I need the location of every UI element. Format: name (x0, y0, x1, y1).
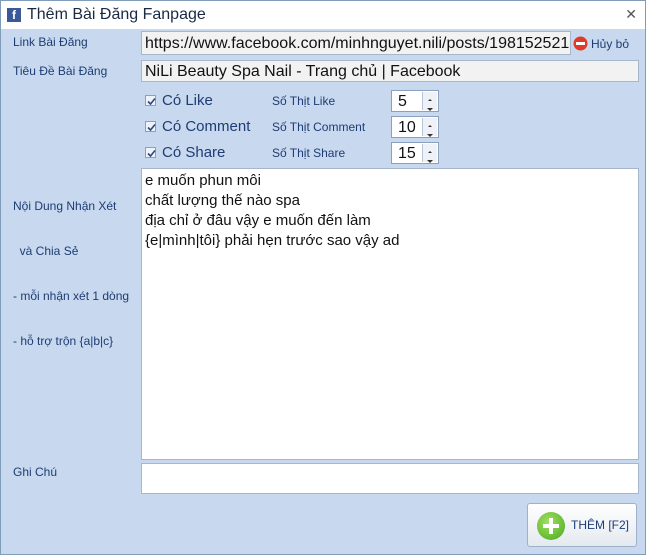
content-label: Nội Dung Nhận Xét và Chia Sẻ - mỗi nhận … (13, 169, 129, 379)
note-label: Ghi Chú (13, 465, 58, 479)
cancel-button[interactable]: Hủy bỏ (573, 36, 629, 51)
facebook-icon: f (7, 8, 21, 22)
post-title-label: Tiêu Đề Bài Đăng (13, 64, 108, 78)
content-textarea[interactable]: e muốn phun môi chất lượng thế nào spa đ… (141, 168, 639, 460)
share-checkbox[interactable] (145, 147, 156, 158)
post-title-input[interactable]: NiLi Beauty Spa Nail - Trang chủ | Faceb… (141, 60, 639, 82)
chevron-down-icon (427, 160, 433, 163)
no-entry-icon (573, 36, 588, 51)
link-input[interactable]: https://www.facebook.com/minhnguyet.nili… (141, 31, 571, 55)
comment-stepper-down[interactable] (423, 127, 437, 137)
share-count-stepper[interactable]: 15 (391, 142, 439, 164)
close-icon[interactable]: ✕ (625, 6, 637, 23)
add-button[interactable]: THÊM [F2] (527, 503, 637, 547)
dialog-window: f Thêm Bài Đăng Fanpage ✕ Link Bài Đăng … (0, 0, 646, 555)
checkmark-icon (147, 97, 156, 106)
share-option-label[interactable]: Có Share (162, 144, 225, 161)
like-count-stepper[interactable]: 5 (391, 90, 439, 112)
comment-count-label: Số Thịt Comment (272, 120, 366, 134)
content-label-line: - hỗ trợ trộn {a|b|c} (13, 334, 114, 348)
share-count-label: Số Thịt Share (272, 146, 346, 160)
comment-count-value: 10 (398, 119, 416, 136)
comment-checkbox[interactable] (145, 121, 156, 132)
post-title-value: NiLi Beauty Spa Nail - Trang chủ | Faceb… (145, 63, 461, 80)
like-option-label[interactable]: Có Like (162, 92, 213, 109)
content-line: địa chỉ ở đâu vậy e muốn đến làm (145, 212, 371, 229)
comment-stepper-arrows (422, 118, 437, 137)
comment-count-stepper[interactable]: 10 (391, 116, 439, 138)
note-input[interactable] (141, 463, 639, 494)
like-count-value: 5 (398, 93, 407, 110)
link-value: https://www.facebook.com/minhnguyet.nili… (145, 35, 571, 52)
chevron-down-icon (427, 134, 433, 137)
share-stepper-down[interactable] (423, 153, 437, 163)
like-stepper-down[interactable] (423, 101, 437, 111)
link-label: Link Bài Đăng (13, 35, 88, 49)
content-label-line: và Chia Sẻ (13, 244, 79, 258)
content-line: chất lượng thế nào spa (145, 192, 300, 209)
like-stepper-arrows (422, 92, 437, 111)
dialog-body: Link Bài Đăng https://www.facebook.com/m… (1, 29, 645, 554)
share-count-value: 15 (398, 145, 416, 162)
plus-circle-icon (537, 512, 565, 540)
like-checkbox[interactable] (145, 95, 156, 106)
like-count-label: Số Thịt Like (272, 94, 336, 108)
title-bar: f Thêm Bài Đăng Fanpage ✕ (1, 1, 645, 29)
window-title: Thêm Bài Đăng Fanpage (27, 6, 206, 23)
comment-option-label[interactable]: Có Comment (162, 118, 250, 135)
content-line: e muốn phun môi (145, 172, 261, 189)
cancel-label: Hủy bỏ (591, 36, 630, 51)
checkmark-icon (147, 123, 156, 132)
share-stepper-arrows (422, 144, 437, 163)
content-line: {e|mình|tôi} phải hẹn trước sao vậy ad (145, 232, 400, 249)
chevron-down-icon (427, 108, 433, 111)
add-button-label: THÊM [F2] (571, 518, 630, 532)
content-label-line: Nội Dung Nhận Xét (13, 199, 117, 213)
checkmark-icon (147, 149, 156, 158)
content-label-line: - mỗi nhận xét 1 dòng (13, 289, 130, 303)
